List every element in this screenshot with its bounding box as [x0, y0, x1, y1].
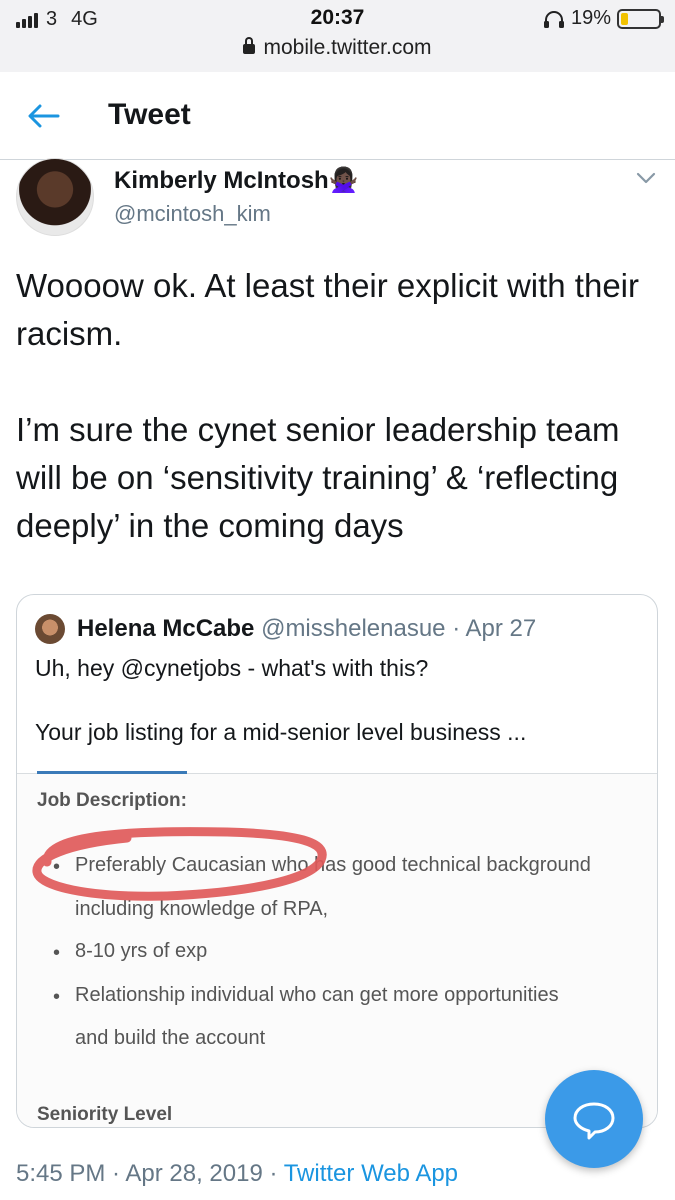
url-bar[interactable]: mobile.twitter.com — [0, 36, 675, 60]
tweet-text: Woooow ok. At least their explicit with … — [16, 267, 640, 544]
author-emoji: 🙅🏿‍♀️ — [328, 167, 359, 194]
battery-percent: 19% — [570, 7, 611, 29]
bullet-dot: • — [53, 986, 61, 1008]
tweet-source-link[interactable]: Twitter Web App — [284, 1160, 458, 1187]
lock-icon — [243, 37, 256, 54]
quoted-avatar[interactable] — [35, 614, 65, 644]
battery-icon — [617, 8, 664, 29]
url-text: mobile.twitter.com — [263, 36, 432, 59]
quoted-author-handle: @misshelenasue — [261, 615, 446, 642]
status-right: 19% — [543, 7, 664, 30]
job-bullet-3-cont: and build the account — [75, 1027, 266, 1049]
tweet-timestamp: 5:45 PM · Apr 28, 2019 · — [16, 1160, 284, 1187]
headphones-icon — [543, 10, 564, 28]
arrow-left-icon[interactable] — [26, 102, 62, 130]
reply-bubble-icon — [573, 1102, 615, 1140]
quoted-author-name: Helena McCabe — [77, 615, 255, 642]
quoted-header: Helena McCabe @misshelenasue · Apr 27 — [77, 615, 536, 643]
quoted-text-line-1: Uh, hey @cynetjobs - what's with this? — [35, 655, 429, 681]
author-name[interactable]: Kimberly McIntosh🙅🏿‍♀️ — [114, 166, 359, 195]
red-circle-annotation — [32, 827, 327, 901]
avatar[interactable] — [16, 158, 94, 236]
job-bullet-3: Relationship individual who can get more… — [75, 984, 559, 1006]
compose-reply-button[interactable] — [545, 1070, 643, 1168]
status-bar: 3 4G 20:37 19% mobile.twitter.com — [0, 0, 675, 72]
quoted-text-line-2: Your job listing for a mid-senior level … — [35, 719, 527, 745]
author-handle[interactable]: @mcintosh_kim — [114, 201, 271, 227]
page-header: Tweet — [0, 72, 675, 160]
tweet-timestamp-row: 5:45 PM · Apr 28, 2019 · Twitter Web App — [16, 1160, 458, 1188]
chevron-down-icon[interactable] — [635, 170, 657, 186]
quoted-tweet[interactable]: Helena McCabe @misshelenasue · Apr 27 Uh… — [16, 594, 658, 1128]
seniority-heading-cutoff: Seniority Level — [37, 1104, 173, 1125]
quoted-date: · Apr 27 — [445, 615, 537, 642]
page-title: Tweet — [108, 98, 191, 131]
